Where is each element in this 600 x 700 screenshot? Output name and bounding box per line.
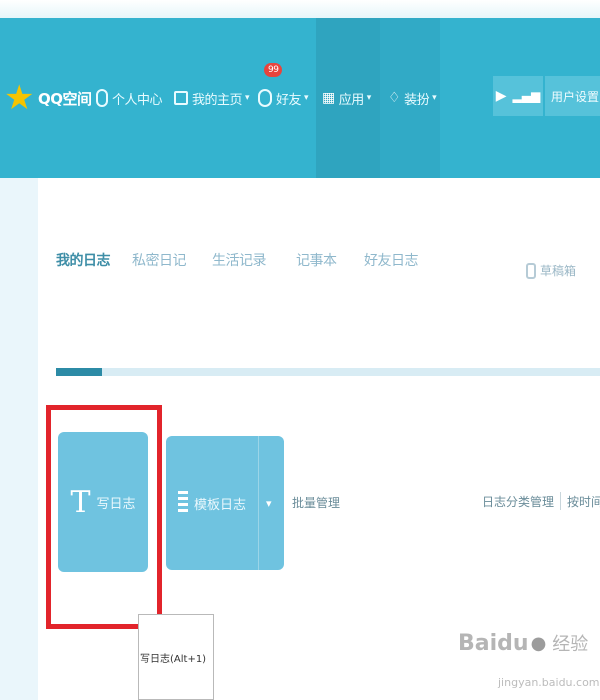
list-icon [178,491,188,515]
drafts-label: 草稿箱 [540,264,577,278]
brand-label: QQ空间 [37,89,92,108]
right-links: 日志分类管理 按时间归档 [482,492,600,510]
category-manage-link[interactable]: 日志分类管理 [482,493,554,510]
red-highlight-box [46,405,162,629]
tab-private-diary[interactable]: 私密日记 [132,250,187,270]
tab-underline-active [56,368,102,376]
nav-personal-center-label: 个人中心 [112,92,163,108]
nav-personal-center[interactable]: 个人中心 [96,18,163,178]
watermark-main: Baidu [458,630,529,656]
friends-icon [258,89,272,107]
apps-grid-icon: ▦ [322,90,335,106]
nav-decorate-label: 装扮 [404,92,430,108]
tab-notebook[interactable]: 记事本 [296,250,337,270]
tab-life-record[interactable]: 生活记录 [212,250,267,270]
tab-my-blog[interactable]: 我的日志 [56,250,111,270]
chevron-down-icon: ▾ [245,93,250,103]
gem-icon: ♢ [388,90,401,106]
template-blog-button[interactable]: 模板日志 ▾ [166,436,284,570]
user-settings-label: 用户设置 [551,89,600,104]
friends-badge: 99 [264,63,283,77]
chevron-down-icon: ▾ [432,93,437,103]
nav-friends-label: 好友 [276,92,302,108]
tooltip-text: 写日志(Alt+1) [140,654,207,665]
watermark-cn: 经验 [552,634,589,655]
paw-icon: ● [530,632,547,654]
signal-bars-icon: ▂▄▆ [512,89,541,103]
qzone-logo[interactable]: ★ QQ空间 [4,18,92,178]
watermark-sub: jingyan.baidu.com [498,676,600,689]
nav-apps[interactable]: ▦ 应用 ▾ [322,18,371,178]
tab-friends-blog[interactable]: 好友日志 [364,250,419,270]
batch-manage-link[interactable]: 批量管理 [292,494,340,511]
nav-decorate[interactable]: ♢ 装扮 ▾ [388,18,437,178]
divider [560,492,562,510]
trash-icon [526,262,536,279]
chevron-down-icon[interactable]: ▾ [266,497,272,510]
topbar-fade [0,0,600,18]
baidu-watermark: Baidu ● 经验 [458,630,588,656]
chevron-down-icon: ▾ [304,93,309,103]
person-icon [96,89,108,107]
drafts-link[interactable]: 草稿箱 [526,262,576,279]
music-player-button[interactable]: ▶ ▂▄▆ [493,76,543,116]
nav-my-homepage-label: 我的主页 [192,92,243,108]
play-icon: ▶ [495,88,507,104]
top-navbar: ★ QQ空间 个人中心 我的主页 ▾ 99 好友 ▾ ▦ 应用 ▾ ♢ 装扮 ▾… [0,18,600,178]
chevron-down-icon: ▾ [366,93,372,103]
button-divider [258,436,259,570]
nav-my-homepage[interactable]: 我的主页 ▾ [174,18,250,178]
user-settings-button[interactable]: 用户设置 [545,76,600,116]
nav-friends[interactable]: 99 好友 ▾ [258,18,309,178]
star-icon: ★ [4,78,34,118]
tab-underline-track [56,368,600,376]
archive-link[interactable]: 按时间归档 [567,493,600,510]
home-icon [174,91,188,105]
nav-apps-label: 应用 [338,92,365,108]
template-blog-label: 模板日志 [194,497,247,513]
left-sidebar-strip [0,178,38,700]
